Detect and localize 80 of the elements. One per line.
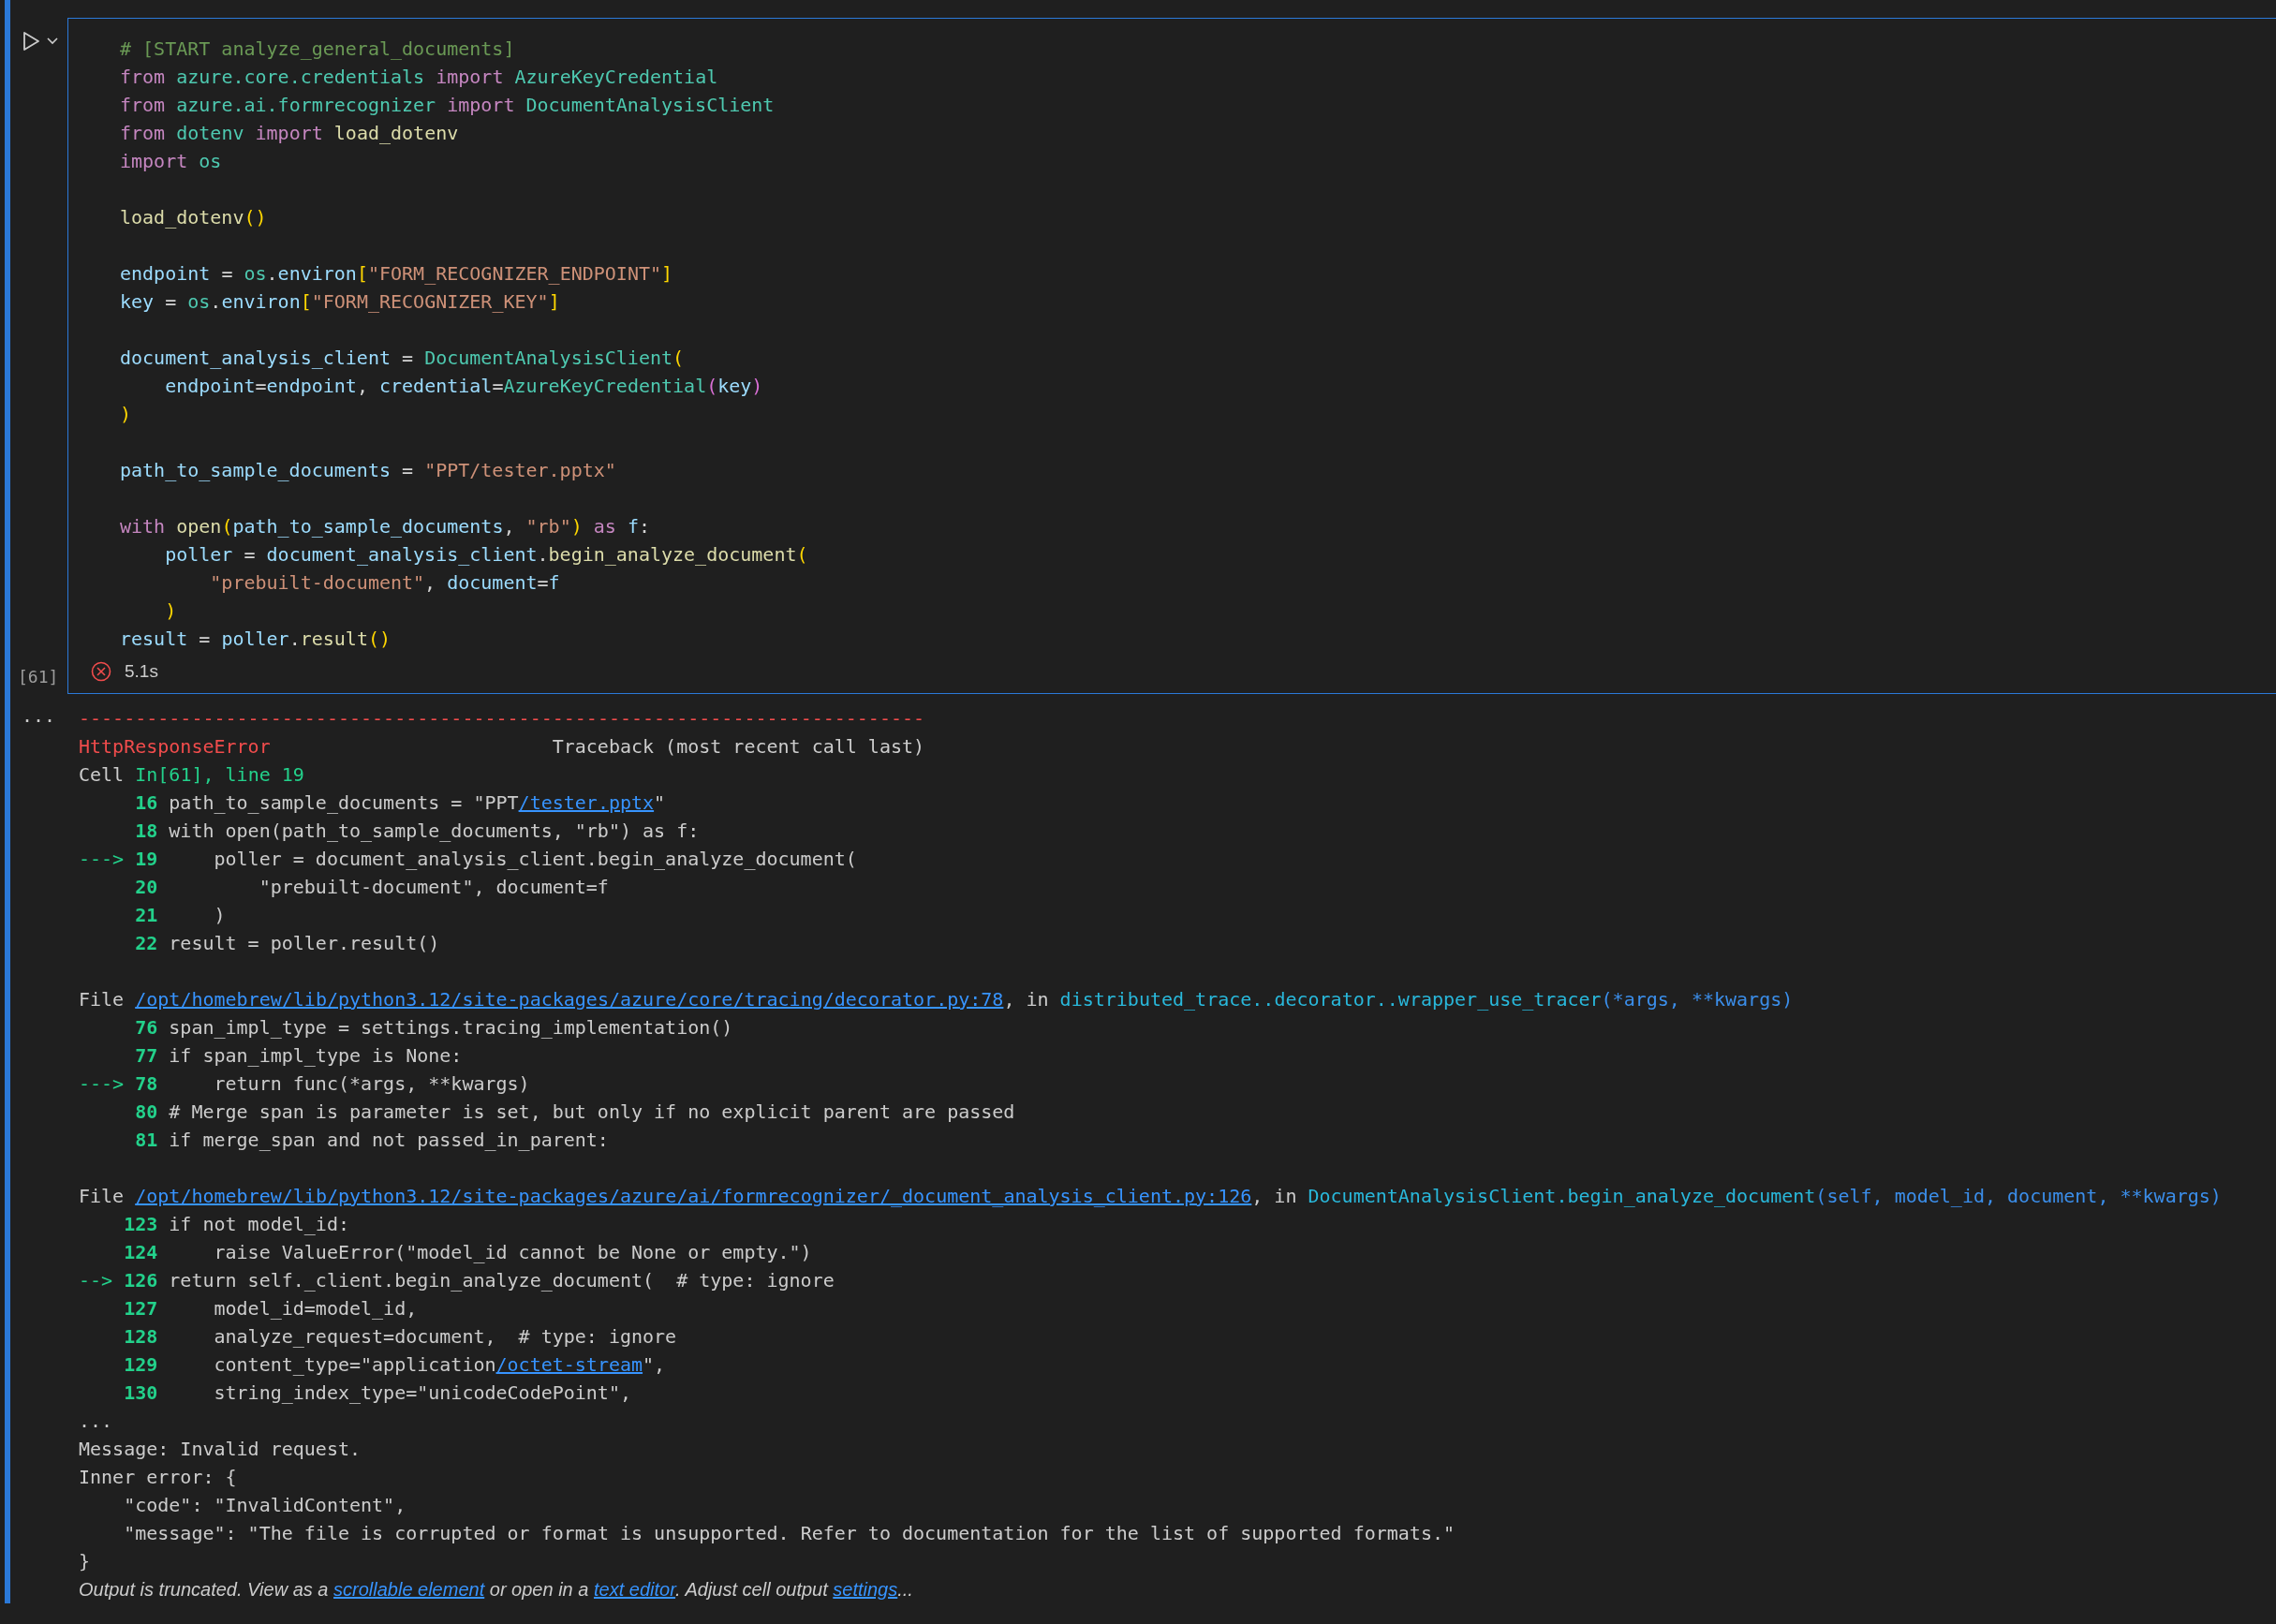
truncation-notice: Output is truncated. View as a scrollable element or open in a text editor. Adjust cell output settings...	[79, 1578, 913, 1602]
file-link[interactable]: /opt/homebrew/lib/python3.12/site-packages/azure/core/tracing/decorator.py:78	[135, 988, 1004, 1011]
line-number: 18	[135, 819, 158, 844]
source-code: path_to_sample_documents = "PPT/tester.pptx"	[169, 791, 666, 814]
line-number: 76	[135, 1015, 158, 1041]
code-line: result = poller.result()	[120, 627, 392, 652]
code-line: )	[120, 402, 132, 427]
line-number: 129	[124, 1352, 158, 1378]
line-number: 19	[135, 847, 158, 872]
line-number: 130	[124, 1380, 158, 1406]
source-code: raise ValueError("model_id cannot be None or empty.")	[213, 1241, 812, 1263]
output-line: }	[79, 1549, 91, 1574]
error-name: HttpResponseError	[79, 734, 271, 760]
separator-line: ---------------------------------------------------------------------------	[79, 707, 925, 730]
output-line: "message": "The file is corrupted or format is unsupported. Refer to documentation for the list of supported formats."	[123, 1521, 1455, 1546]
code-line: "prebuilt-document", document=f	[209, 570, 560, 596]
line-number: 126	[124, 1268, 158, 1293]
code-line: from azure.ai.formrecognizer import DocumentAnalysisClient	[120, 93, 775, 118]
current-line-arrow: --->	[79, 1071, 125, 1097]
line-number: 77	[135, 1043, 158, 1069]
file-link[interactable]: /opt/homebrew/lib/python3.12/site-packages/azure/ai/formrecognizer/_document_analysis_client.py:126	[135, 1185, 1252, 1207]
output-line: Message: Invalid request.	[79, 1437, 362, 1462]
line-number: 22	[135, 931, 158, 956]
code-line: with open(path_to_sample_documents, "rb") as f:	[120, 514, 650, 539]
source-code: analyze_request=document, # type: ignore	[213, 1325, 677, 1348]
source-code: "prebuilt-document", document=f	[258, 876, 609, 898]
source-code: # Merge span is parameter is set, but only if no explicit parent are passed	[169, 1100, 1015, 1123]
link[interactable]: text editor	[593, 1579, 676, 1600]
source-code: )	[213, 904, 226, 926]
output-line: Inner error: {	[79, 1465, 237, 1490]
link[interactable]: /tester.pptx	[518, 791, 655, 814]
code-line: poller = document_analysis_client.begin_analyze_document(	[164, 542, 808, 568]
code-line: endpoint=endpoint, credential=AzureKeyCredential(key)	[164, 374, 763, 399]
line-number: 127	[124, 1296, 158, 1321]
line-number: 78	[135, 1071, 158, 1097]
link[interactable]: settings	[833, 1579, 898, 1600]
chevron-down-icon[interactable]	[46, 37, 59, 46]
output-menu[interactable]: ...	[10, 704, 56, 727]
code-line: endpoint = os.environ["FORM_RECOGNIZER_ENDPOINT"]	[120, 261, 673, 287]
source-code: result = poller.result()	[169, 932, 440, 954]
code-line: document_analysis_client = DocumentAnalysisClient(	[120, 346, 685, 371]
source-code: content_type="application/octet-stream",	[213, 1353, 666, 1376]
traceback-heading: Traceback (most recent call last)	[552, 734, 925, 760]
code-line: # [START analyze_general_documents]	[120, 37, 515, 62]
current-line-arrow: -->	[79, 1268, 113, 1293]
line-number: 81	[135, 1128, 158, 1153]
line-number: 128	[124, 1324, 158, 1350]
code-line: import os	[120, 149, 222, 174]
source-code: span_impl_type = settings.tracing_implementation()	[169, 1016, 733, 1039]
code-line: key = os.environ["FORM_RECOGNIZER_KEY"]	[120, 289, 560, 315]
run-icon[interactable]	[22, 31, 40, 52]
code-line: load_dotenv()	[120, 205, 267, 230]
execution-time: 5.1s	[125, 661, 158, 682]
code-line: )	[164, 598, 177, 624]
line-number: 124	[124, 1240, 158, 1265]
current-line-arrow: --->	[79, 847, 125, 872]
execution-count: [61]	[17, 667, 60, 687]
output-line: Cell In[61], line 19	[79, 762, 304, 788]
source-code: string_index_type="unicodeCodePoint",	[213, 1381, 631, 1404]
code-line: from dotenv import load_dotenv	[120, 121, 459, 146]
source-code: if merge_span and not passed_in_parent:	[169, 1129, 609, 1151]
line-number: 80	[135, 1100, 158, 1125]
source-code: if not model_id:	[169, 1213, 349, 1235]
line-number: 20	[135, 875, 158, 900]
line-number: 16	[135, 790, 158, 816]
output-line: File /opt/homebrew/lib/python3.12/site-packages/azure/ai/formrecognizer/_document_analysis_client.py:126, in DocumentAnalysisClient.begin_analyze_document(self, model_id, document, **kwargs)	[79, 1184, 2222, 1209]
output-line: ...	[79, 1409, 113, 1434]
line-number: 123	[124, 1212, 158, 1237]
link[interactable]: scrollable element	[333, 1579, 485, 1600]
line-number: 21	[135, 903, 158, 928]
source-code: model_id=model_id,	[213, 1297, 418, 1320]
code-line: path_to_sample_documents = "PPT/tester.pptx"	[120, 458, 616, 483]
source-code: return self._client.begin_analyze_document( # type: ignore	[169, 1269, 835, 1292]
output-line: "code": "InvalidContent",	[123, 1493, 406, 1518]
code-line: from azure.core.credentials import AzureKeyCredential	[120, 65, 718, 90]
source-code: return func(*args, **kwargs)	[213, 1072, 530, 1095]
source-code: poller = document_analysis_client.begin_analyze_document(	[213, 848, 857, 870]
source-code: if span_impl_type is None:	[169, 1044, 463, 1067]
output-line: File /opt/homebrew/lib/python3.12/site-packages/azure/core/tracing/decorator.py:78, in distributed_trace..decorator..wrapper_use_tracer(*args, **kwargs)	[79, 987, 1794, 1012]
source-code: with open(path_to_sample_documents, "rb") as f:	[169, 819, 700, 842]
